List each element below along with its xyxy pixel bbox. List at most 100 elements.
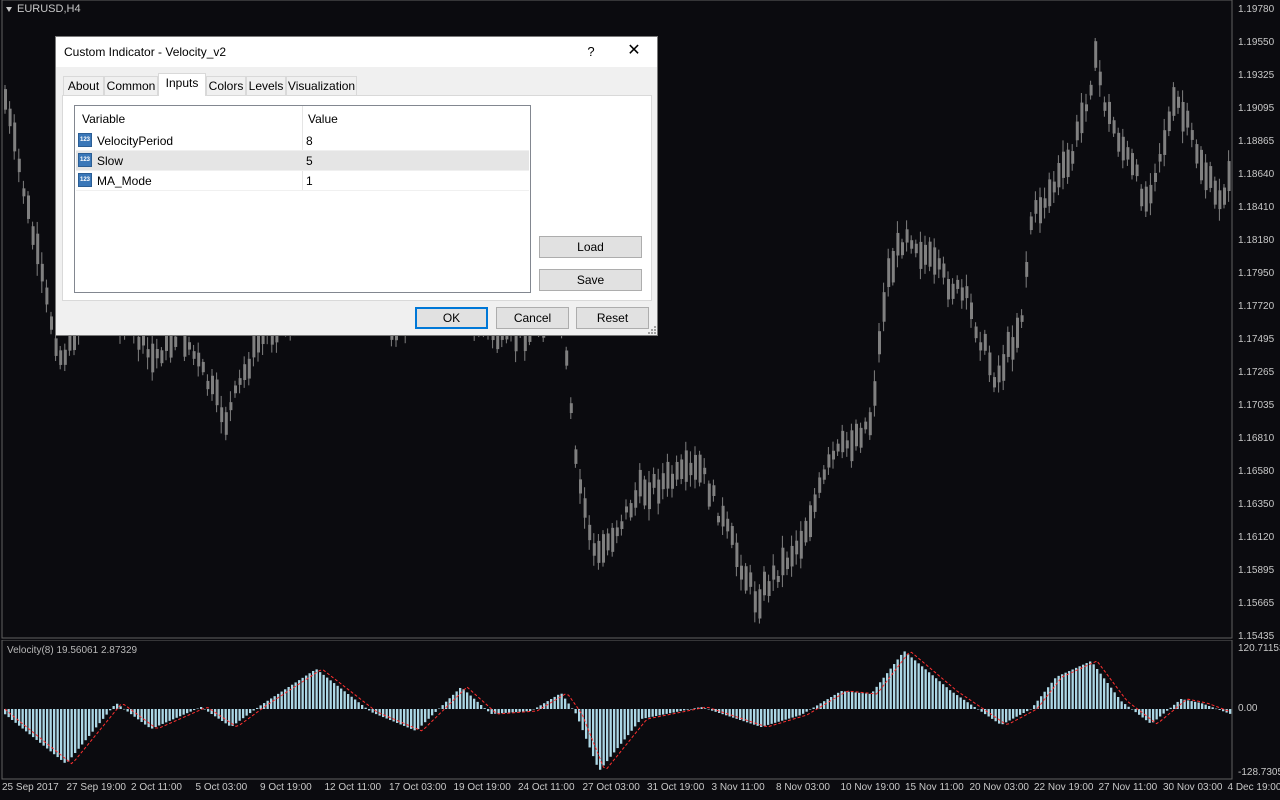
candle — [197, 352, 201, 367]
histogram-bar — [242, 709, 245, 719]
histogram-bar — [620, 709, 623, 744]
histogram-bar — [11, 709, 14, 720]
symbol-label: EURUSD,H4 — [6, 3, 81, 15]
resize-grip-icon[interactable] — [648, 326, 656, 334]
histogram-bar — [452, 694, 455, 709]
help-button[interactable]: ? — [581, 42, 601, 62]
histogram-bar — [637, 709, 640, 723]
column-header-variable[interactable]: Variable — [82, 112, 125, 126]
histogram-bar — [581, 709, 584, 731]
candle — [1080, 102, 1084, 134]
cancel-button[interactable]: Cancel — [496, 307, 569, 329]
histogram-bar — [959, 697, 962, 709]
candle — [8, 108, 12, 127]
candle — [1121, 136, 1125, 161]
histogram-bar — [1190, 701, 1193, 709]
histogram-bar — [382, 709, 385, 718]
histogram-bar — [102, 709, 105, 719]
candle — [1094, 41, 1098, 68]
candle — [684, 450, 688, 482]
candle — [1006, 331, 1010, 357]
candle — [45, 287, 49, 305]
histogram-bar — [693, 708, 696, 709]
candle — [1135, 164, 1139, 177]
histogram-bar — [753, 709, 756, 725]
histogram-bar — [686, 709, 689, 710]
candle — [661, 473, 665, 490]
histogram-bar — [1127, 706, 1130, 709]
histogram-bar — [655, 709, 658, 716]
histogram-bar — [798, 709, 801, 716]
variable-name: VelocityPeriod — [97, 134, 174, 148]
dialog-titlebar[interactable]: Custom Indicator - Velocity_v2 ? ✕ — [56, 37, 657, 67]
candle — [786, 557, 789, 570]
candle — [703, 467, 707, 475]
velocity-indicator-chart[interactable] — [0, 640, 1280, 780]
indicator-scale-label: 120.71153 — [1238, 643, 1280, 654]
histogram-bar — [886, 673, 889, 709]
variable-value[interactable]: 8 — [306, 134, 313, 148]
close-icon[interactable]: ✕ — [619, 42, 649, 62]
candle — [615, 527, 619, 537]
price-label: 1.18640 — [1238, 169, 1275, 180]
candle — [744, 566, 748, 591]
load-button[interactable]: Load — [539, 236, 642, 258]
candle — [1066, 149, 1070, 178]
histogram-bar — [865, 693, 868, 709]
candle — [1190, 130, 1194, 140]
variable-value[interactable]: 5 — [306, 154, 313, 168]
histogram-bar — [1208, 706, 1211, 709]
histogram-bar — [228, 709, 231, 726]
candle — [896, 232, 900, 256]
histogram-bar — [480, 705, 483, 709]
histogram-bar — [56, 709, 59, 758]
histogram-bar — [977, 709, 980, 710]
ok-button[interactable]: OK — [415, 307, 488, 329]
candle — [1002, 354, 1006, 381]
candle — [54, 338, 58, 356]
histogram-bar — [1089, 661, 1092, 709]
save-button[interactable]: Save — [539, 269, 642, 291]
tab-inputs[interactable]: Inputs — [158, 73, 206, 96]
histogram-bar — [21, 709, 24, 729]
candle — [238, 378, 242, 385]
candle — [776, 576, 780, 583]
price-label: 1.19095 — [1238, 103, 1275, 114]
column-header-value[interactable]: Value — [308, 112, 338, 126]
histogram-bar — [371, 709, 374, 713]
candle — [887, 258, 891, 288]
table-row[interactable]: 123 MA_Mode 1 — [76, 171, 529, 191]
histogram-bar — [935, 678, 938, 709]
histogram-bar — [1120, 701, 1123, 709]
candle — [220, 407, 224, 423]
candle — [1163, 130, 1167, 155]
histogram-bar — [53, 709, 56, 755]
histogram-bar — [179, 709, 182, 717]
histogram-bar — [984, 709, 987, 715]
histogram-bar — [84, 709, 87, 741]
tab-colors[interactable]: Colors — [206, 76, 246, 95]
tab-about[interactable]: About — [63, 76, 104, 95]
candle — [243, 364, 247, 381]
histogram-bar — [147, 709, 150, 728]
histogram-bar — [315, 669, 318, 709]
histogram-bar — [473, 698, 476, 709]
histogram-bar — [732, 709, 735, 718]
histogram-bar — [308, 673, 311, 709]
candle — [1112, 120, 1116, 134]
histogram-bar — [567, 703, 570, 709]
histogram-bar — [956, 695, 959, 709]
candle — [40, 263, 44, 282]
tab-levels[interactable]: Levels — [246, 76, 286, 95]
inputs-table[interactable]: Variable Value 123 VelocityPeriod 8 123 … — [74, 105, 531, 293]
candle — [211, 375, 214, 395]
reset-button[interactable]: Reset — [576, 307, 649, 329]
table-row[interactable]: 123 Slow 5 — [76, 151, 529, 171]
histogram-bar — [557, 694, 560, 709]
histogram-bar — [207, 709, 210, 712]
tab-common[interactable]: Common — [104, 76, 158, 95]
histogram-bar — [784, 709, 787, 720]
tab-visualization[interactable]: Visualization — [286, 76, 357, 95]
table-row[interactable]: 123 VelocityPeriod 8 — [76, 131, 529, 151]
variable-value[interactable]: 1 — [306, 174, 313, 188]
